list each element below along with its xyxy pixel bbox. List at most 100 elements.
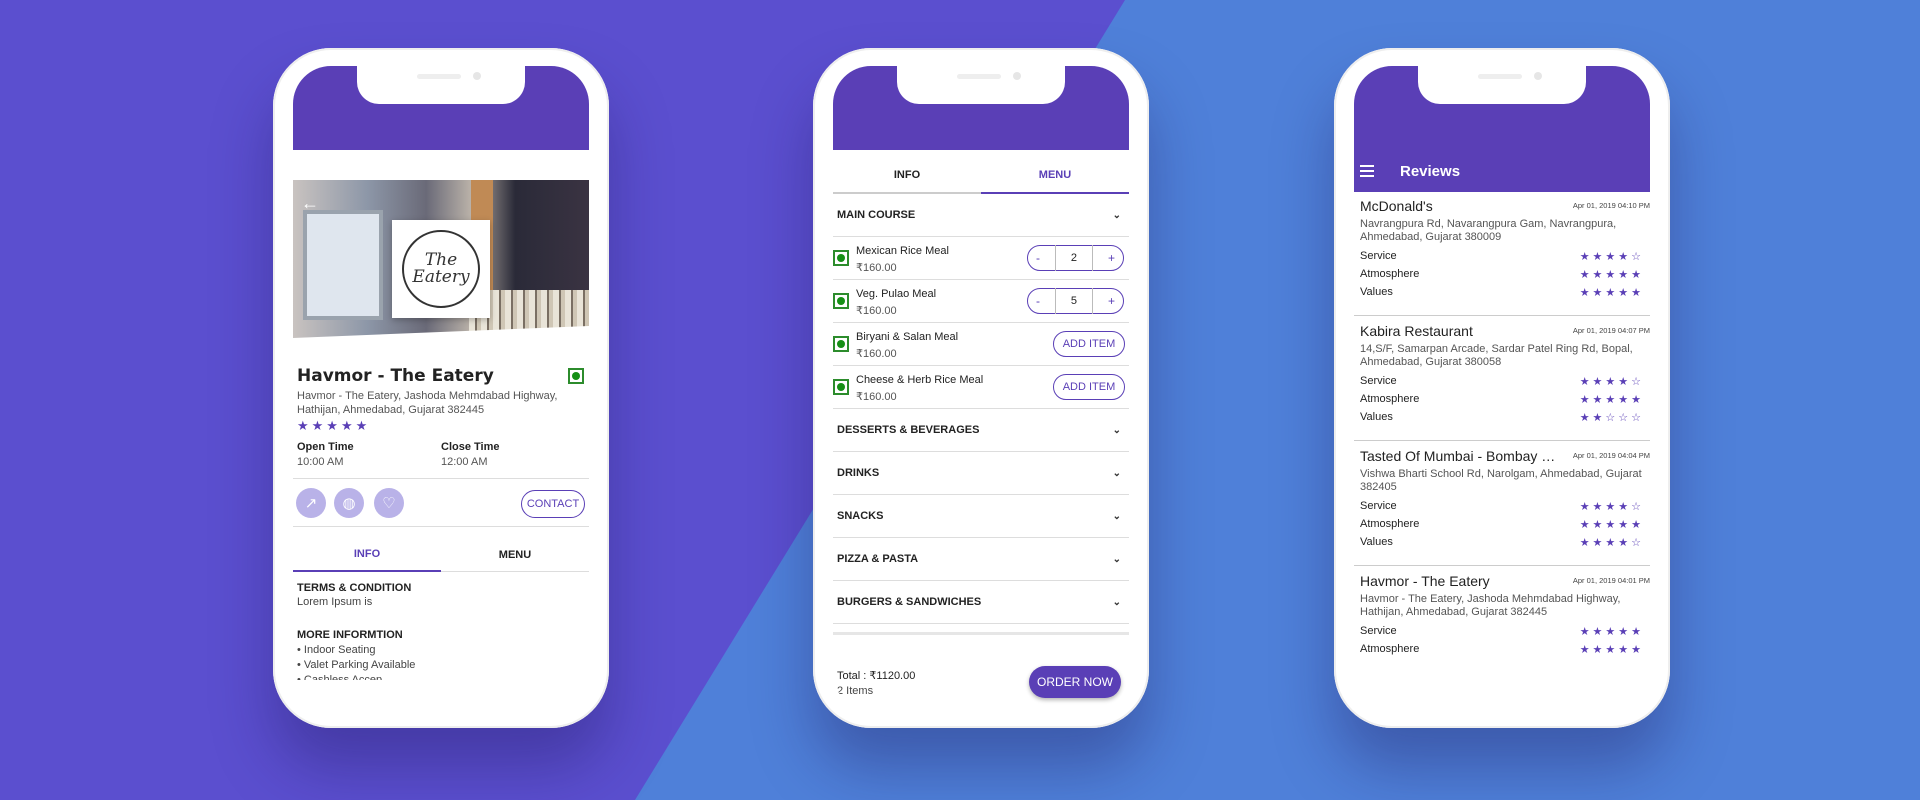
info-item: • Indoor Seating [297,644,376,656]
review-restaurant-name: Kabira Restaurant [1360,323,1473,339]
rating-row-values: Values ★★★★★ [1360,286,1644,299]
rating-row-atmosphere: Atmosphere ★★★★★ [1360,268,1644,281]
category-label: PIZZA & PASTA [837,553,919,565]
review-date: Apr 01, 2019 04:07 PM [1572,326,1650,335]
menu-item: Veg. Pulao Meal ₹160.00 - 5 + [833,280,1129,323]
item-price: ₹160.00 [856,305,897,317]
review-restaurant-name: Tasted Of Mumbai - Bombay Bhel [1360,448,1556,464]
rating-stars: ★★★★★ [1579,269,1644,281]
page-title: Reviews [1400,162,1461,180]
rating-row-service: Service ★★★★☆ [1360,500,1644,513]
tab-menu[interactable]: MENU [981,158,1129,194]
chevron-down-icon: ⌄ [1112,467,1121,479]
plus-button[interactable]: + [1108,251,1115,265]
review-card[interactable]: Havmor - The Eatery Apr 01, 2019 04:01 P… [1354,565,1650,667]
category-label: BURGERS & SANDWICHES [837,596,982,608]
category-main-course[interactable]: MAIN COURSE ⌄ [833,194,1129,237]
divider [293,478,589,479]
review-address: Vishwa Bharti School Rd, Narolgam, Ahmed… [1360,468,1642,493]
rating-stars: ★★★★★ [1579,644,1644,656]
review-address: 14,S/F, Samarpan Arcade, Sardar Patel Ri… [1360,343,1633,368]
menu-item: Cheese & Herb Rice Meal ₹160.00 ADD ITEM [833,366,1129,409]
phone-notch [1418,66,1586,104]
items-count: 2 Items [837,685,874,697]
review-restaurant-name: Havmor - The Eatery [1360,573,1490,589]
rating-row-atmosphere: Atmosphere ★★★★★ [1360,643,1644,656]
minus-button[interactable]: - [1036,294,1040,308]
chevron-down-icon: ⌄ [1112,596,1121,608]
tab-bar: INFO MENU [833,158,1129,194]
menu-icon[interactable] [1360,162,1374,180]
category-snacks[interactable]: SNACKS ⌄ [833,495,1129,538]
veg-indicator-icon [833,336,849,352]
rating-stars: ★★★★★ [1579,519,1644,531]
category-drinks[interactable]: DRINKS ⌄ [833,452,1129,495]
category-label: MAIN COURSE [837,209,916,221]
screen: INFO MENU MAIN COURSE ⌄ Mexican Rice Mea… [833,66,1129,712]
tab-info[interactable]: INFO [293,538,441,572]
open-time: Open Time 10:00 AM [297,441,354,468]
add-item-button[interactable]: ADD ITEM [1053,331,1125,357]
rating-stars: ★★★★☆ [1579,251,1644,263]
phone-restaurant-info: ← The Eatery +3 Havmor - The Eatery Havm… [273,48,609,728]
info-item: • Valet Parking Available [297,659,416,671]
category-pizza[interactable]: PIZZA & PASTA ⌄ [833,538,1129,581]
category-label: DRINKS [837,467,880,479]
rating-stars: ★★★★★ [1579,394,1644,406]
review-address: Navrangpura Rd, Navarangpura Gam, Navran… [1360,218,1617,243]
rating-row-service: Service ★★★★★ [1360,625,1644,638]
menu-item: Biryani & Salan Meal ₹160.00 ADD ITEM [833,323,1129,366]
contact-button[interactable]: CONTACT [521,490,585,518]
globe-icon[interactable]: ◍ [334,488,364,518]
restaurant-address: Havmor - The Eatery, Jashoda Mehmdabad H… [297,390,558,416]
more-info-heading: MORE INFORMTION [297,629,403,641]
terms-heading: TERMS & CONDITION [297,582,412,594]
veg-indicator-icon [833,379,849,395]
close-time: Close Time 12:00 AM [441,441,500,468]
minus-button[interactable]: - [1036,251,1040,265]
plus-button[interactable]: + [1108,294,1115,308]
rating-stars: ★★★★☆ [1579,501,1644,513]
logo-text-eatery: Eatery [412,267,470,287]
review-card[interactable]: Kabira Restaurant Apr 01, 2019 04:07 PM … [1354,315,1650,441]
share-icon[interactable]: ↗ [296,488,326,518]
veg-indicator-icon [568,368,584,384]
review-date: Apr 01, 2019 04:10 PM [1572,201,1650,210]
app-bar: Reviews [1354,150,1650,192]
veg-indicator-icon [833,293,849,309]
category-label: SNACKS [837,510,884,522]
add-item-button[interactable]: ADD ITEM [1053,374,1125,400]
tab-info[interactable]: INFO [833,158,981,194]
review-address: Havmor - The Eatery, Jashoda Mehmdabad H… [1360,593,1621,618]
rating-stars: ★★★★★ [297,418,371,433]
review-date: Apr 01, 2019 04:01 PM [1572,576,1650,585]
restaurant-logo: The Eatery [392,220,490,318]
restaurant-title: Havmor - The Eatery [297,366,494,386]
review-card[interactable]: Tasted Of Mumbai - Bombay Bhel Apr 01, 2… [1354,440,1650,566]
category-burgers[interactable]: BURGERS & SANDWICHES ⌄ [833,581,1129,624]
tab-menu[interactable]: MENU [441,538,589,572]
order-now-button[interactable]: ORDER NOW [1029,666,1121,698]
more-photos-badge[interactable]: +3 [568,328,585,345]
phone-reviews: Reviews McDonald's Apr 01, 2019 04:10 PM… [1334,48,1670,728]
quantity-value[interactable]: 2 [1054,245,1093,271]
heart-icon[interactable]: ♡ [374,488,404,518]
screen: Reviews McDonald's Apr 01, 2019 04:10 PM… [1354,66,1650,712]
quantity-value[interactable]: 5 [1054,288,1093,314]
category-desserts[interactable]: DESSERTS & BEVERAGES ⌄ [833,409,1129,452]
phone-menu: INFO MENU MAIN COURSE ⌄ Mexican Rice Mea… [813,48,1149,728]
rating-row-atmosphere: Atmosphere ★★★★★ [1360,393,1644,406]
review-card[interactable]: McDonald's Apr 01, 2019 04:10 PM Navrang… [1354,190,1650,316]
item-name: Cheese & Herb Rice Meal [856,374,984,386]
category-label: DESSERTS & BEVERAGES [837,424,980,436]
phone-notch [897,66,1065,104]
back-arrow-icon[interactable]: ← [301,193,319,214]
chevron-down-icon: ⌄ [1112,553,1121,565]
order-total: Total : ₹1120.00 [837,670,916,682]
rating-stars: ★★★★☆ [1579,376,1644,388]
tab-bar: INFO MENU [293,538,589,572]
phone-notch [357,66,525,104]
item-price: ₹160.00 [856,391,897,403]
rating-stars: ★★★★☆ [1579,537,1644,549]
item-price: ₹160.00 [856,348,897,360]
